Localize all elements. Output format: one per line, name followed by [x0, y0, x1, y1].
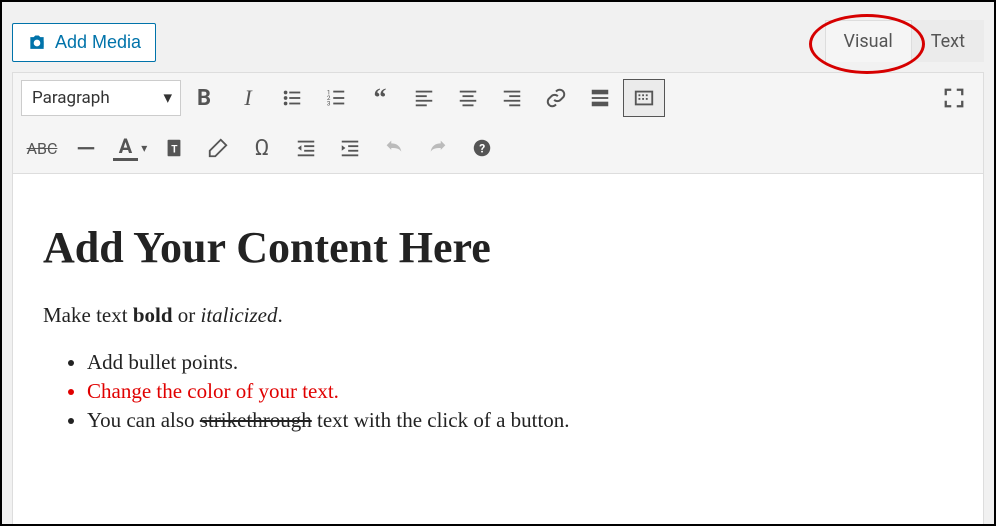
svg-text:?: ?: [479, 142, 485, 156]
align-left-icon: [413, 87, 435, 109]
tab-visual[interactable]: Visual: [825, 20, 912, 62]
keyboard-icon: [633, 87, 655, 109]
read-more-button[interactable]: [579, 79, 621, 117]
link-button[interactable]: [535, 79, 577, 117]
add-media-button[interactable]: Add Media: [12, 23, 156, 62]
bold-button[interactable]: B: [183, 79, 225, 117]
content-heading: Add Your Content Here: [43, 222, 953, 273]
text-span: text with the click of a button.: [312, 408, 570, 432]
bold-text: bold: [133, 303, 173, 327]
camera-music-icon: [27, 33, 47, 53]
italic-button[interactable]: I: [227, 79, 269, 117]
strike-text: strikethrough: [200, 408, 312, 432]
editor-tabs: Visual Text: [825, 20, 984, 62]
outdent-icon: [295, 137, 317, 159]
undo-button[interactable]: [373, 129, 415, 167]
link-icon: [545, 87, 567, 109]
indent-icon: [339, 137, 361, 159]
text-span: Make text: [43, 303, 133, 327]
bullet-list-button[interactable]: [271, 79, 313, 117]
chevron-down-icon: ▾: [163, 88, 172, 108]
toolbar: Paragraph ▾ B I 123 “ ABC A▾ T Ω: [12, 72, 984, 174]
undo-icon: [383, 137, 405, 159]
content-paragraph: Make text bold or italicized.: [43, 303, 953, 328]
text-span: .: [278, 303, 283, 327]
italic-text: italicized: [201, 303, 278, 327]
clipboard-t-icon: T: [163, 137, 185, 159]
help-icon: ?: [471, 137, 493, 159]
text-color-icon: A: [113, 136, 138, 161]
redo-button[interactable]: [417, 129, 459, 167]
bullet-list-icon: [281, 87, 303, 109]
clear-formatting-button[interactable]: [197, 129, 239, 167]
text-color-button[interactable]: A▾: [109, 129, 151, 167]
toolbar-row-2: ABC A▾ T Ω ?: [13, 123, 983, 173]
align-right-icon: [501, 87, 523, 109]
align-center-button[interactable]: [447, 79, 489, 117]
numbered-list-icon: 123: [325, 87, 347, 109]
hr-icon: [75, 137, 97, 159]
fullscreen-icon: [943, 87, 965, 109]
strikethrough-button[interactable]: ABC: [21, 129, 63, 167]
text-span: or: [173, 303, 201, 327]
svg-text:3: 3: [327, 99, 331, 107]
top-bar: Add Media Visual Text: [2, 2, 994, 62]
align-right-button[interactable]: [491, 79, 533, 117]
align-left-button[interactable]: [403, 79, 445, 117]
read-more-icon: [589, 87, 611, 109]
list-item: You can also strikethrough text with the…: [87, 408, 953, 433]
paste-text-button[interactable]: T: [153, 129, 195, 167]
chevron-down-icon: ▾: [141, 141, 147, 155]
align-center-icon: [457, 87, 479, 109]
horizontal-rule-button[interactable]: [65, 129, 107, 167]
content-list: Add bullet points. Change the color of y…: [67, 350, 953, 433]
eraser-icon: [207, 137, 229, 159]
format-select-label: Paragraph: [32, 88, 110, 108]
svg-text:T: T: [171, 145, 178, 156]
numbered-list-button[interactable]: 123: [315, 79, 357, 117]
toolbar-toggle-button[interactable]: [623, 79, 665, 117]
outdent-button[interactable]: [285, 129, 327, 167]
blockquote-button[interactable]: “: [359, 79, 401, 117]
editor-frame: Add Media Visual Text Paragraph ▾ B I 12…: [0, 0, 996, 526]
list-item: Change the color of your text.: [87, 379, 953, 404]
format-select[interactable]: Paragraph ▾: [21, 80, 181, 116]
list-item: Add bullet points.: [87, 350, 953, 375]
special-character-button[interactable]: Ω: [241, 129, 283, 167]
redo-icon: [427, 137, 449, 159]
fullscreen-button[interactable]: [933, 79, 975, 117]
editor-content[interactable]: Add Your Content Here Make text bold or …: [12, 174, 984, 525]
toolbar-row-1: Paragraph ▾ B I 123 “: [13, 73, 983, 123]
help-button[interactable]: ?: [461, 129, 503, 167]
text-span: You can also: [87, 408, 200, 432]
tab-text[interactable]: Text: [912, 20, 984, 62]
indent-button[interactable]: [329, 129, 371, 167]
add-media-label: Add Media: [55, 32, 141, 53]
